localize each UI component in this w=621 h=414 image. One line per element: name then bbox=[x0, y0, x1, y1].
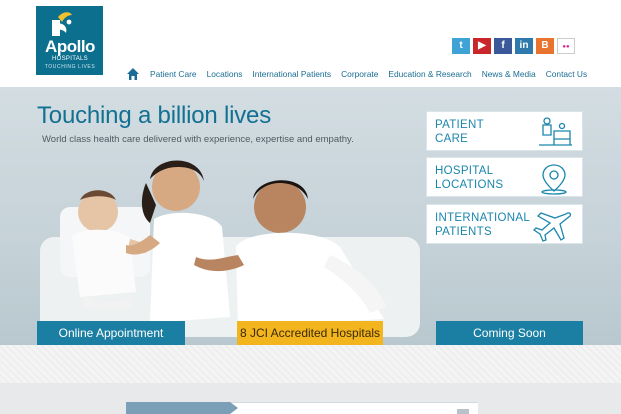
nav-news-media[interactable]: News & Media bbox=[482, 69, 536, 79]
online-appointment-button[interactable]: Online Appointment bbox=[37, 321, 185, 345]
logo-tagline: TOUCHING LIVES bbox=[44, 64, 96, 70]
hospital-locations-card[interactable]: HOSPITAL LOCATIONS bbox=[426, 157, 583, 197]
main-nav: Patient Care Locations International Pat… bbox=[126, 66, 597, 82]
facebook-icon[interactable]: f bbox=[494, 38, 512, 54]
international-patients-card[interactable]: INTERNATIONAL PATIENTS bbox=[426, 204, 583, 244]
nav-education-research[interactable]: Education & Research bbox=[388, 69, 471, 79]
flickr-icon[interactable]: ●● bbox=[557, 38, 575, 54]
hero-title: Touching a billion lives bbox=[37, 102, 272, 129]
twitter-icon[interactable]: t bbox=[452, 38, 470, 54]
nav-locations[interactable]: Locations bbox=[207, 69, 243, 79]
nav-corporate[interactable]: Corporate bbox=[341, 69, 378, 79]
apollo-logo[interactable]: Apollo HOSPITALS TOUCHING LIVES bbox=[36, 6, 103, 75]
patient-care-icon bbox=[539, 117, 572, 146]
hospital-locations-card-label: HOSPITAL LOCATIONS bbox=[435, 165, 504, 191]
site-header: Apollo HOSPITALS TOUCHING LIVES t ▶ f in… bbox=[0, 0, 621, 87]
coming-soon-button[interactable]: Coming Soon bbox=[436, 321, 583, 345]
logo-subtitle: HOSPITALS bbox=[52, 56, 88, 62]
international-patients-card-label: INTERNATIONAL PATIENTS bbox=[435, 212, 531, 238]
nav-patient-care[interactable]: Patient Care bbox=[150, 69, 197, 79]
linkedin-icon[interactable]: in bbox=[515, 38, 533, 54]
youtube-icon[interactable]: ▶ bbox=[473, 38, 491, 54]
search-tab-arrow bbox=[230, 402, 238, 414]
social-links: t ▶ f in B ●● bbox=[452, 38, 575, 54]
airplane-icon bbox=[532, 212, 572, 242]
jci-hospitals-button[interactable]: 8 JCI Accredited Hospitals bbox=[237, 321, 383, 345]
search-panel-icon[interactable] bbox=[457, 409, 469, 414]
hero-subtitle: World class health care delivered with e… bbox=[42, 134, 354, 145]
blogger-icon[interactable]: B bbox=[536, 38, 554, 54]
patient-care-card-label: PATIENT CARE bbox=[435, 119, 484, 145]
nav-international-patients[interactable]: International Patients bbox=[252, 69, 331, 79]
hero-banner: Touching a billion lives World class hea… bbox=[0, 87, 621, 345]
patient-care-card[interactable]: PATIENT CARE bbox=[426, 111, 583, 151]
home-icon[interactable] bbox=[126, 67, 140, 81]
search-tab[interactable] bbox=[126, 402, 230, 414]
divider-pattern bbox=[0, 345, 621, 383]
nav-contact-us[interactable]: Contact Us bbox=[546, 69, 587, 79]
logo-name: Apollo bbox=[45, 37, 95, 56]
location-pin-icon bbox=[541, 164, 567, 195]
